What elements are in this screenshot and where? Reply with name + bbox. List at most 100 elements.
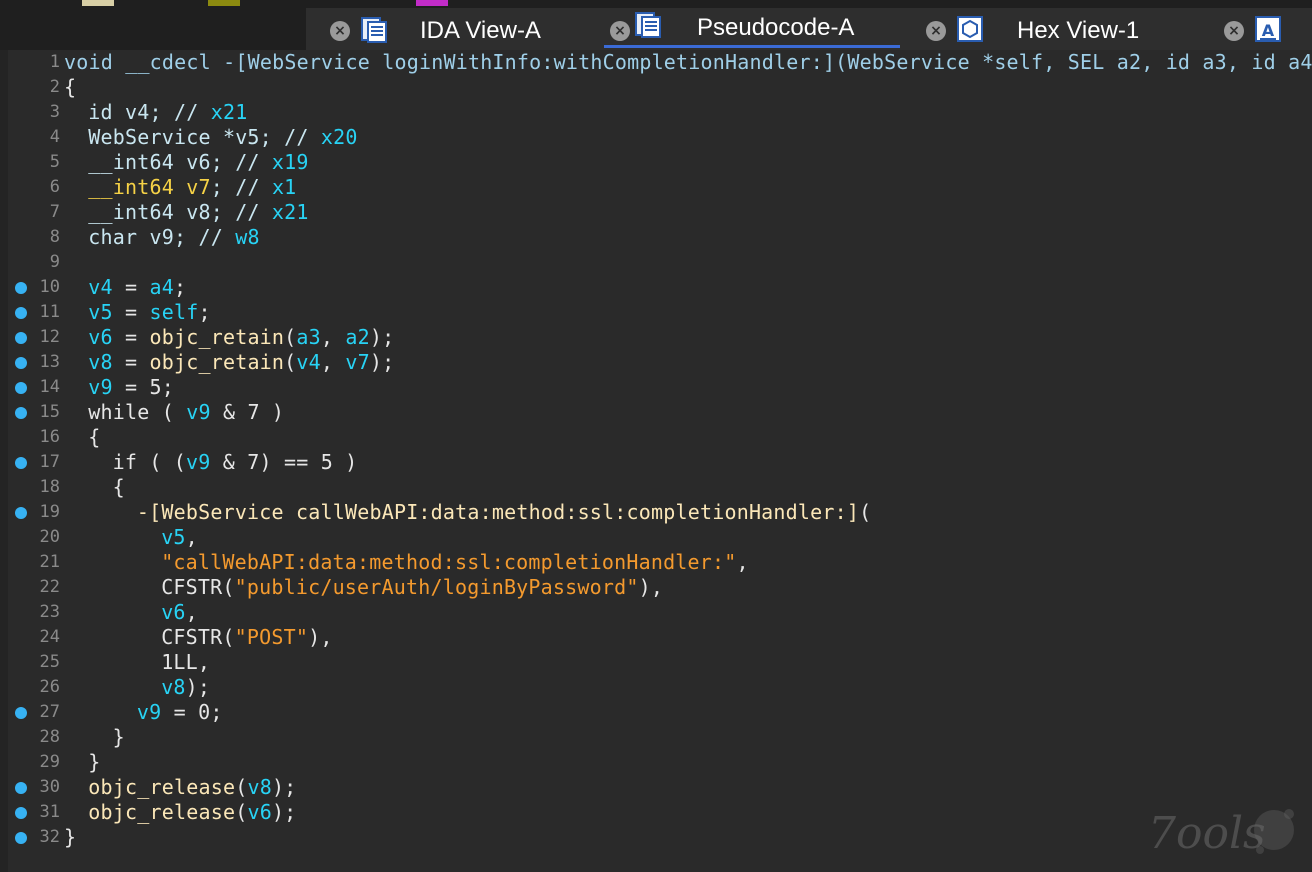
code-line[interactable]: 1 void __cdecl -[WebService loginWithInfo… [0, 50, 1312, 75]
code-token: = [112, 325, 150, 349]
code-line[interactable]: 28} [0, 725, 1312, 750]
pseudocode-editor[interactable]: 1 void __cdecl -[WebService loginWithInfo… [0, 50, 1312, 872]
code-token: objc_release [88, 800, 236, 824]
code-token: v8 [88, 350, 113, 374]
legend-swatch [416, 0, 448, 6]
close-icon[interactable]: × [330, 21, 350, 41]
code-token: -[WebService callWebAPI:data:method:ssl:… [136, 500, 860, 524]
code-token: = [112, 275, 150, 299]
code-line[interactable]: 22 CFSTR("public/userAuth/loginByPassword… [0, 575, 1312, 600]
watermark-logo: 7ools [1148, 808, 1294, 859]
line-number: 14 [39, 377, 60, 397]
code-line[interactable]: 4 WebService *v5; // x20 [0, 125, 1312, 150]
line-number: 26 [39, 677, 60, 697]
code-line[interactable]: 7 __int64 v8; // x21 [0, 200, 1312, 225]
code-token: a3 [296, 325, 321, 349]
code-token: , [320, 325, 346, 349]
code-token: { [64, 75, 77, 99]
code-token: __int64 v6; // [88, 150, 272, 174]
code-line[interactable]: 26 v8); [0, 675, 1312, 700]
code-token: w8 [235, 225, 260, 249]
code-token: ( [235, 775, 248, 799]
code-token: ); [369, 325, 395, 349]
line-number: 19 [39, 502, 60, 522]
code-token: ; [198, 300, 211, 324]
code-token: objc_retain [149, 325, 285, 349]
code-token: ), [308, 625, 333, 649]
code-line[interactable]: 31 objc_release(v6); [0, 800, 1312, 825]
code-line[interactable]: 23 v6, [0, 600, 1312, 625]
code-line[interactable]: 14 v9 = 5; [0, 375, 1312, 400]
code-token: & 7 ) [210, 400, 285, 424]
tab-ida-view-a[interactable]: × IDA View-A [326, 8, 602, 50]
code-text: 1LL, [161, 650, 210, 675]
code-line[interactable]: 17 if ( (v9 & 7) == 5 ) [0, 450, 1312, 475]
code-line[interactable]: 6 __int64 v7; // x1 [0, 175, 1312, 200]
tab-pseudocode-a[interactable]: × Pseudocode-A [604, 8, 900, 50]
code-line[interactable]: 12 v6 = objc_retain(a3, a2); [0, 325, 1312, 350]
code-token: ( [859, 500, 872, 524]
code-line[interactable]: 2{ [0, 75, 1312, 100]
code-text: id v4; // x21 [88, 100, 247, 125]
line-number: 22 [39, 577, 60, 597]
close-icon[interactable]: × [610, 21, 630, 41]
line-number: 25 [39, 652, 60, 672]
line-number: 12 [39, 327, 60, 347]
code-token: 1LL, [161, 650, 211, 674]
code-text: { [88, 425, 100, 450]
code-line[interactable]: 32} [0, 825, 1312, 850]
code-line[interactable]: 20 v5, [0, 525, 1312, 550]
code-line[interactable]: 5 __int64 v6; // x19 [0, 150, 1312, 175]
tab-bar-left-panel [0, 8, 306, 50]
code-line[interactable]: 24 CFSTR("POST"), [0, 625, 1312, 650]
code-line[interactable]: 10 v4 = a4; [0, 275, 1312, 300]
code-token: ( [284, 325, 297, 349]
code-line[interactable]: 18 { [0, 475, 1312, 500]
code-line[interactable]: 3 id v4; // x21 [0, 100, 1312, 125]
code-token: { [112, 475, 125, 499]
code-text: char v9; // w8 [88, 225, 259, 250]
code-token: while ( [88, 400, 187, 424]
line-number: 2 [49, 77, 60, 97]
code-line[interactable]: 13 v8 = objc_retain(v4, v7); [0, 350, 1312, 375]
code-token: v4 [88, 275, 113, 299]
line-number: 15 [39, 402, 60, 422]
code-token: char v9; // [88, 225, 236, 249]
code-line[interactable]: 29} [0, 750, 1312, 775]
code-text: WebService *v5; // x20 [88, 125, 357, 150]
code-line[interactable]: 21 "callWebAPI:data:method:ssl:completion… [0, 550, 1312, 575]
tab-hex-view-1[interactable]: × Hex View-1 [920, 8, 1212, 50]
code-text: __int64 v7; // x1 [88, 175, 296, 200]
tab-structures[interactable]: × A [1218, 8, 1312, 50]
code-line[interactable]: 25 1LL, [0, 650, 1312, 675]
line-number: 32 [39, 827, 60, 847]
legend-swatch [208, 0, 240, 6]
code-token: CFSTR( [161, 575, 235, 599]
code-token: = 5; [112, 375, 174, 399]
code-token: v9 [186, 400, 211, 424]
code-text: v8 = objc_retain(v4, v7); [88, 350, 394, 375]
code-text: { [113, 475, 125, 500]
line-number: 29 [39, 752, 60, 772]
code-token: objc_retain [149, 350, 285, 374]
close-icon[interactable]: × [1224, 21, 1244, 41]
code-line[interactable]: 9 [0, 250, 1312, 275]
code-token: v6 [88, 325, 113, 349]
code-line[interactable]: 8 char v9; // w8 [0, 225, 1312, 250]
code-line[interactable]: 27 v9 = 0; [0, 700, 1312, 725]
code-text: v8); [161, 675, 210, 700]
code-token: , [320, 350, 346, 374]
code-token: WebService *v5; // [88, 125, 321, 149]
code-token: self [149, 300, 199, 324]
line-number: 1 [49, 52, 60, 72]
code-line[interactable]: 30 objc_release(v8); [0, 775, 1312, 800]
code-line[interactable]: 11 v5 = self; [0, 300, 1312, 325]
code-text: __int64 v8; // x21 [88, 200, 308, 225]
code-line[interactable]: 19 -[WebService callWebAPI:data:method:ss… [0, 500, 1312, 525]
close-icon[interactable]: × [926, 21, 946, 41]
code-line[interactable]: 16 { [0, 425, 1312, 450]
line-number: 23 [39, 602, 60, 622]
code-line[interactable]: 15 while ( v9 & 7 ) [0, 400, 1312, 425]
code-token: & 7) == 5 ) [210, 450, 358, 474]
active-tab-indicator [604, 45, 900, 48]
